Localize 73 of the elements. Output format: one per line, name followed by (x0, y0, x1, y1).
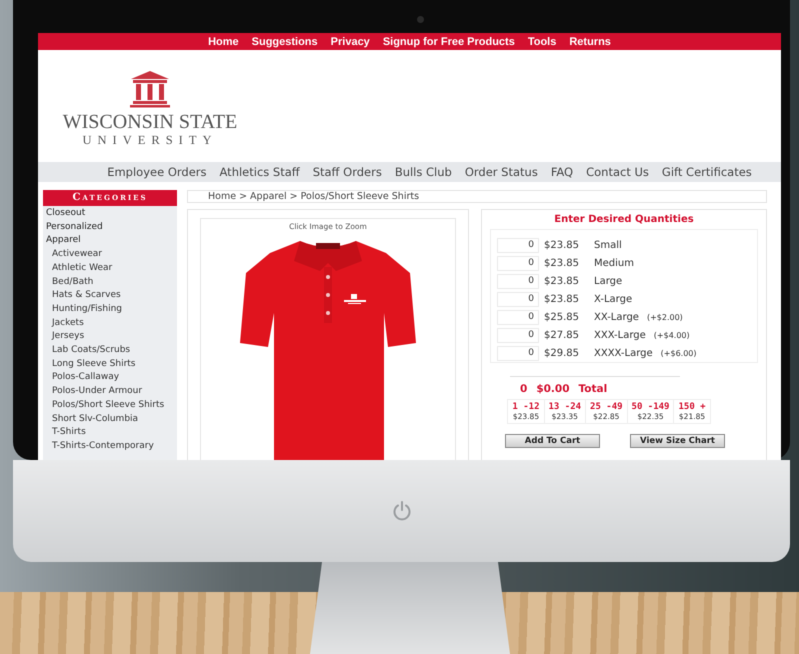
nav-link[interactable]: Privacy (330, 36, 370, 48)
category-link[interactable]: Jackets (43, 316, 177, 330)
category-link[interactable]: Long Sleeve Shirts (43, 358, 177, 372)
total-label: Total (578, 383, 608, 395)
quantity-input-field[interactable]: 0 (497, 328, 539, 342)
size-price: $25.85 (544, 312, 580, 322)
size-label: Medium (594, 258, 634, 268)
tier-range: 1 -12 (512, 402, 540, 412)
breadcrumb-trail: Home > Apparel > Polos/Short Sleeve Shirts (208, 191, 420, 202)
nav-link[interactable]: Order Status (464, 165, 538, 179)
quantity-input-field[interactable]: 0 (497, 292, 539, 306)
tier-range: 25 -49 (590, 402, 623, 412)
size-label: X-Large (594, 294, 632, 304)
category-link[interactable]: Personalized (43, 220, 177, 234)
camera-icon (417, 16, 424, 23)
quantity-input-field[interactable]: 0 (497, 238, 539, 252)
action-button[interactable]: Add To Cart (505, 434, 600, 448)
category-link[interactable]: Hats & Scarves (43, 289, 177, 303)
category-link[interactable]: Athletic Wear (43, 262, 177, 276)
size-label: Small (594, 240, 622, 250)
size-label: XXXX-Large (594, 348, 653, 358)
logo-title: WISCONSIN STATE (62, 111, 238, 133)
size-price: $23.85 (544, 258, 580, 268)
nav-link[interactable]: Signup for Free Products (382, 36, 515, 48)
category-link[interactable]: Lab Coats/Scrubs (43, 344, 177, 358)
nav-link[interactable]: FAQ (550, 165, 574, 179)
nav-link[interactable]: Employee Orders (107, 165, 207, 179)
building-logo-icon (129, 70, 171, 108)
quantity-input-field[interactable]: 0 (497, 256, 539, 270)
category-link[interactable]: Jerseys (43, 330, 177, 344)
category-link[interactable]: Polos-Under Armour (43, 385, 177, 399)
size-price: $29.85 (544, 348, 580, 358)
category-link[interactable]: Polos-Callaway (43, 371, 177, 386)
size-price: $27.85 (544, 330, 580, 340)
category-link[interactable]: Hunting/Fishing (43, 302, 177, 317)
nav-link[interactable]: Gift Certificates (662, 165, 752, 179)
total-quantity: 0 (520, 383, 528, 395)
category-link[interactable]: Activewear (43, 248, 177, 262)
size-surcharge: (+$6.00) (660, 348, 697, 358)
category-link[interactable]: T-Shirts (43, 426, 177, 440)
tier-range: 150 + (678, 402, 706, 412)
logo-subtitle: UNIVERSITY (82, 133, 218, 147)
total-amount: $0.00 (536, 383, 570, 395)
size-label: XX-Large (594, 312, 639, 322)
tier-range: 13 -24 (548, 402, 582, 412)
quantity-input-field[interactable]: 0 (497, 274, 539, 288)
nav-link[interactable]: Suggestions (252, 36, 318, 48)
size-surcharge: (+$2.00) (646, 312, 683, 322)
size-price: $23.85 (544, 294, 580, 304)
quantity-input-field[interactable]: 0 (497, 346, 539, 360)
nav-link[interactable]: Athletics Staff (220, 165, 300, 179)
category-link[interactable]: Short Slv-Columbia (43, 412, 177, 426)
nav-link[interactable]: Returns (569, 36, 611, 48)
action-button[interactable]: View Size Chart (630, 434, 725, 448)
size-surcharge: (+$4.00) (654, 330, 690, 340)
size-price: $23.85 (544, 240, 580, 250)
categories-header: Categories (43, 190, 177, 206)
nav-link[interactable]: Bulls Club (394, 165, 452, 179)
quantities-title: Enter Desired Quantities (554, 214, 694, 225)
category-link[interactable]: T-Shirts-Contemporary (43, 440, 177, 454)
size-price: $23.85 (544, 276, 580, 286)
category-link[interactable]: Bed/Bath (43, 276, 177, 290)
tier-range: 50 -149 (632, 402, 670, 412)
category-link[interactable]: Polos/Short Sleeve Shirts (43, 398, 177, 413)
size-label: Large (594, 276, 622, 286)
category-link[interactable]: Closeout (43, 207, 177, 221)
size-label: XXX-Large (594, 330, 646, 340)
nav-link[interactable]: Home (208, 36, 239, 48)
category-link[interactable]: Apparel (43, 234, 177, 248)
nav-link[interactable]: Contact Us (586, 165, 649, 179)
nav-link[interactable]: Staff Orders (312, 165, 382, 179)
nav-link[interactable]: Tools (528, 36, 556, 48)
quantity-input-field[interactable]: 0 (497, 310, 539, 324)
